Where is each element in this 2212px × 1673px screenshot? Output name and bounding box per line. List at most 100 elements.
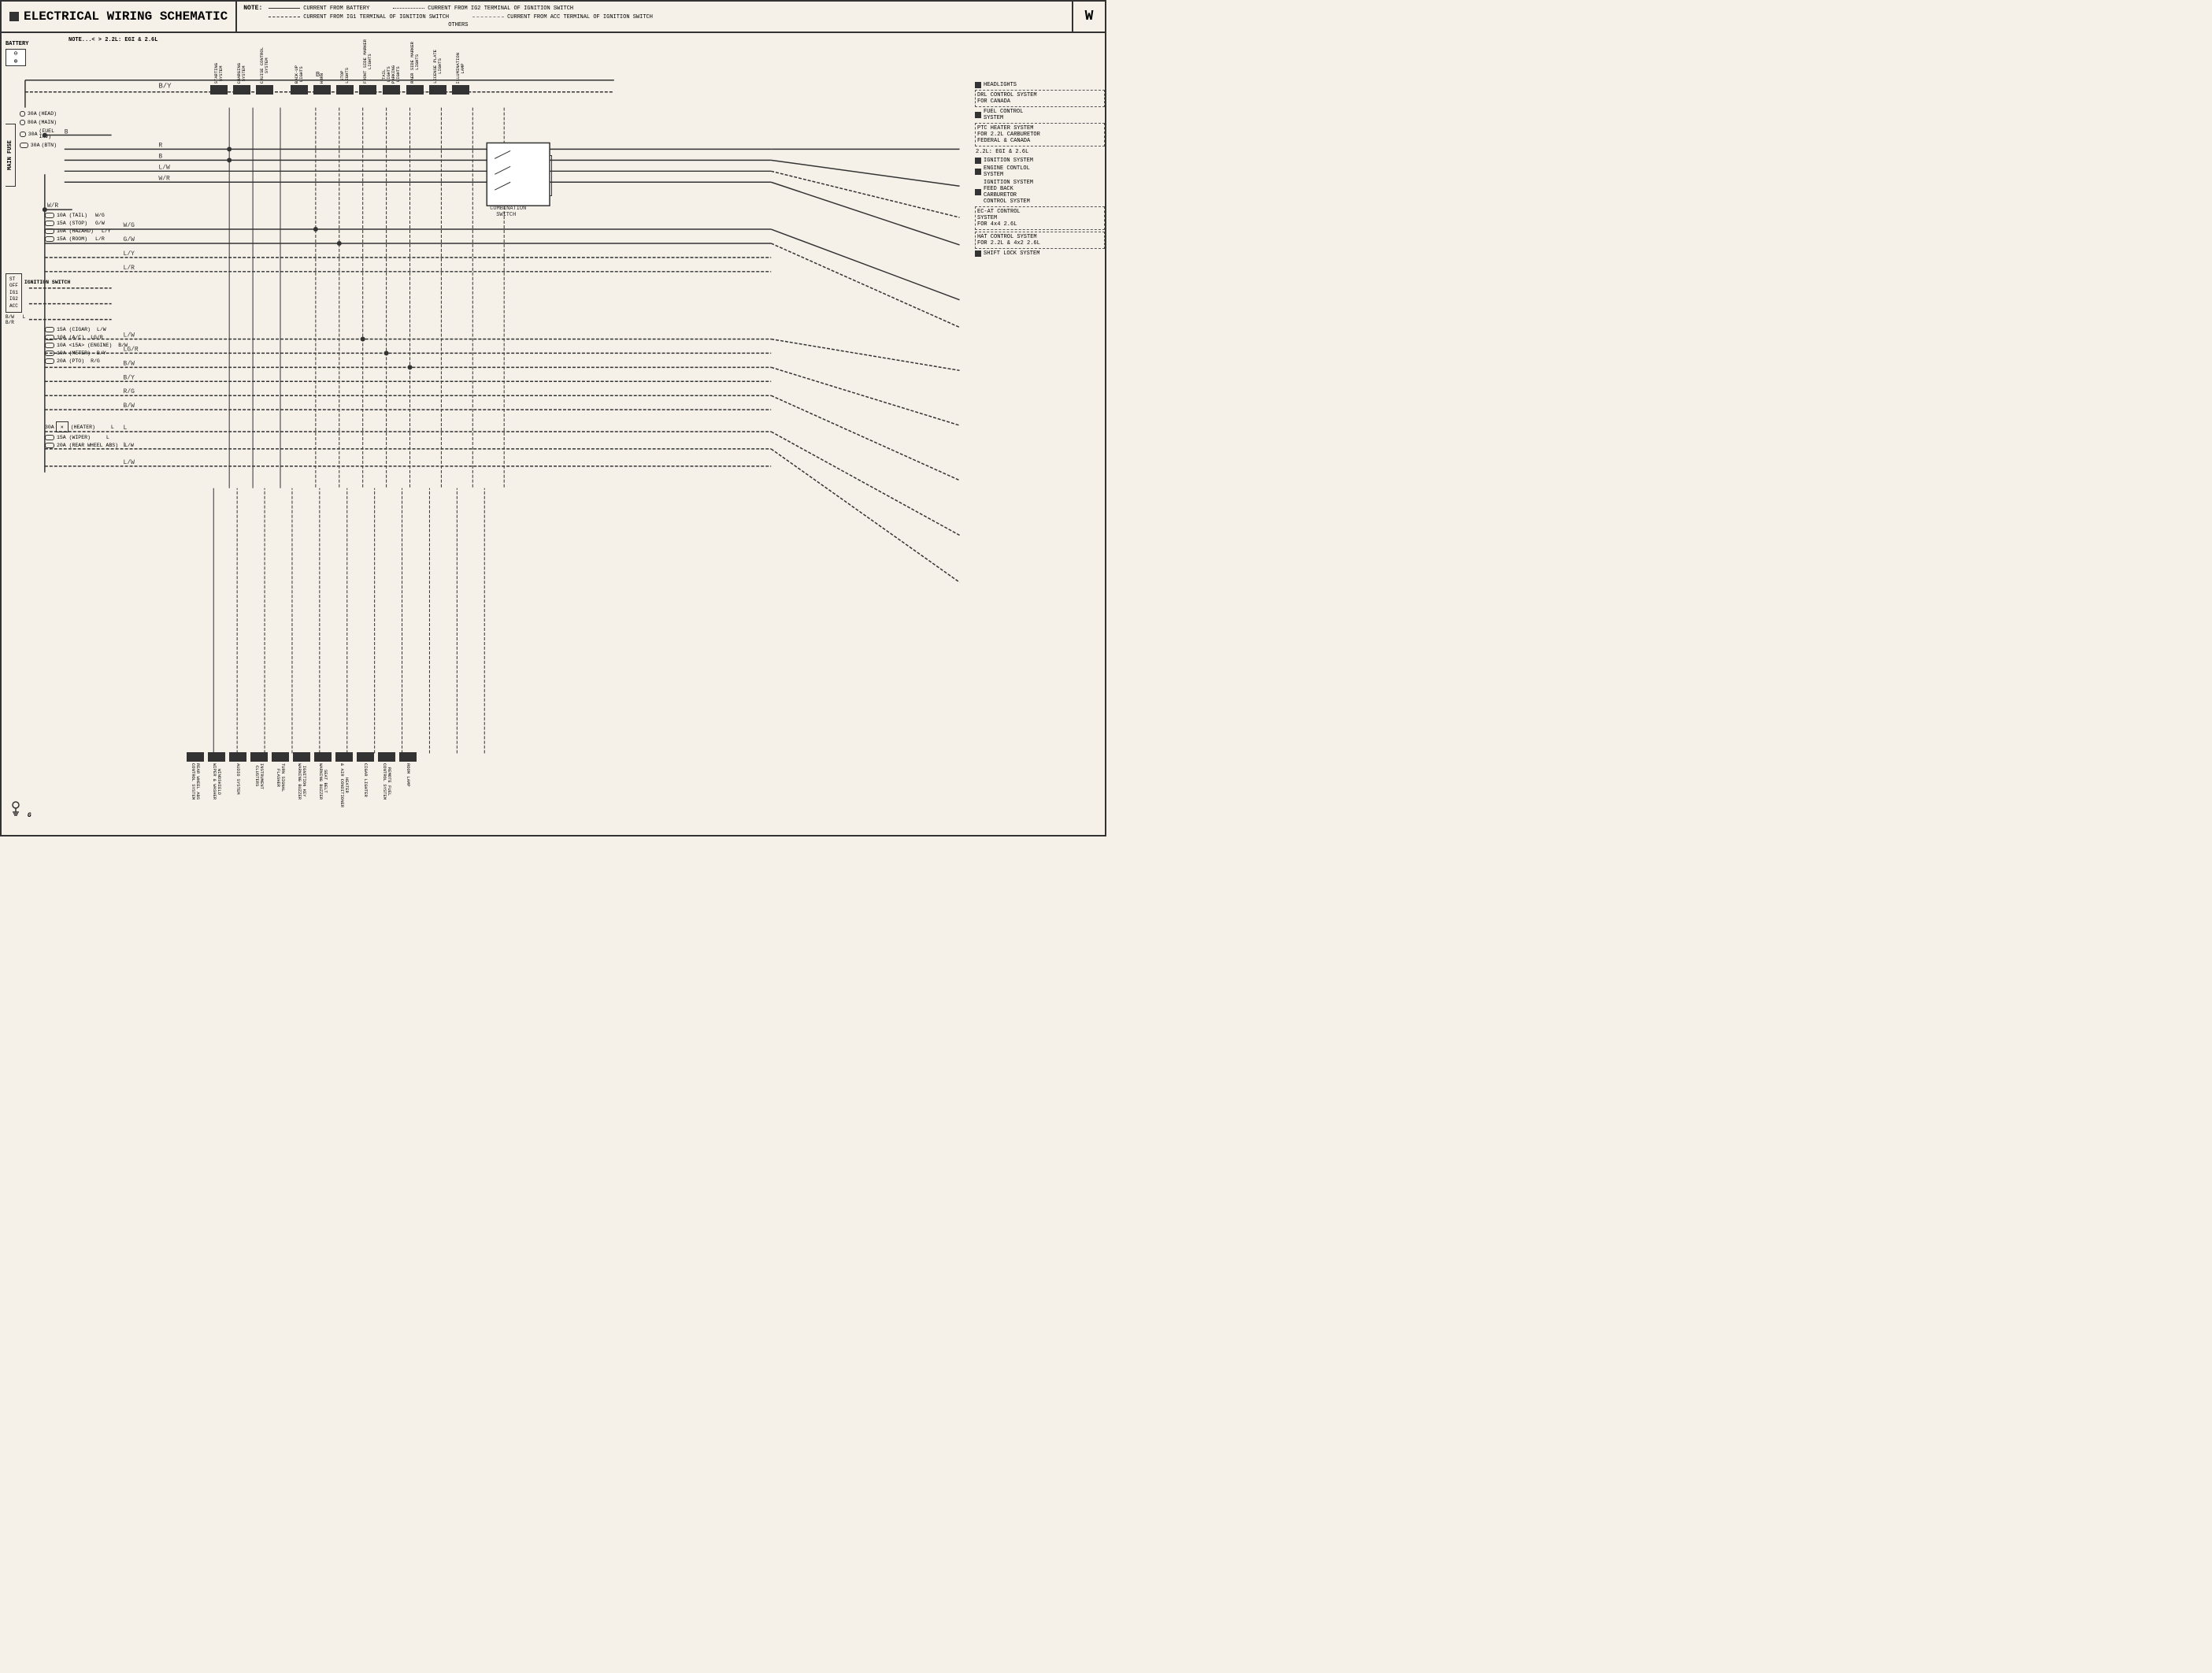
note-row2: NOTE: CURRENT FROM IG1 TERMINAL OF IGNIT… bbox=[243, 13, 1065, 20]
conn-cruise-rect bbox=[256, 85, 273, 95]
main-fuse-label: MAIN FUSE bbox=[6, 124, 16, 187]
conn-bot-wiper-rect bbox=[208, 752, 225, 762]
conn-bot-ign-buzz: IGNITION KEYWARNING BUZZER bbox=[293, 752, 310, 799]
conn-bot-turn: TURN SIGNALFLASHER bbox=[272, 752, 289, 792]
fuse-wire-wiper: L bbox=[106, 435, 109, 440]
conn-rear-marker-label: RAER SIDE MARKERLIGHTS bbox=[410, 42, 420, 83]
ig-fuse-sym-engine bbox=[45, 343, 54, 348]
conn-illum: ILLUMINATIONLAMP bbox=[452, 53, 469, 95]
svg-text:B/Y: B/Y bbox=[158, 83, 172, 91]
sub-fuse-stop: 15A (STOP) G/W bbox=[45, 221, 111, 226]
sub-fuse-label-room: (ROOM) bbox=[69, 236, 87, 242]
svg-text:COMBINATION: COMBINATION bbox=[490, 206, 526, 212]
comb-sw-box: COMBINATION SWITCH ⌇⌇⌇ bbox=[490, 155, 552, 196]
sub-fuse-label-tail: (TAIL) bbox=[69, 213, 87, 218]
conn-bot-seat-rect bbox=[314, 752, 332, 762]
conn-charging-label: CHARGINGSYSTEM bbox=[237, 63, 246, 83]
ground-symbol: G bbox=[8, 801, 31, 819]
ground-label: G bbox=[28, 812, 31, 819]
note-line5-text: OTHERS bbox=[448, 22, 468, 28]
note-top: NOTE...< > 2.2L: EGI & 2.6L bbox=[69, 37, 157, 43]
sys-sq-fuel bbox=[975, 112, 981, 118]
fuse-sym-abs bbox=[45, 443, 54, 448]
ign-sw-acc: ACC bbox=[9, 303, 18, 310]
comb-sw-symbol: ⌇⌇⌇ bbox=[495, 167, 547, 192]
heater-fuse-sym: ✕ bbox=[56, 421, 69, 432]
note-line2-text: CURRENT FROM IG1 TERMINAL OF IGNITION SW… bbox=[303, 14, 449, 20]
ig-fuse-sublabel-engine: (ENGINE) bbox=[87, 343, 112, 348]
main-fuse-section: MAIN FUSE 30A (HEAD) 80A (MAIN) 30A (FUE… bbox=[6, 108, 57, 151]
conn-horn: HORN bbox=[313, 73, 331, 95]
solid-line-icon bbox=[269, 8, 300, 9]
conn-rear-marker-rect bbox=[406, 85, 424, 95]
svg-text:W/R: W/R bbox=[47, 202, 59, 210]
ig-fuse-sym-meter bbox=[45, 351, 54, 356]
conn-bot-inst-label: INSTRUMENTCLUSTERS bbox=[254, 763, 264, 789]
conn-charging-rect bbox=[233, 85, 250, 95]
ig-fuse-meter: 10A (METER) B/Y bbox=[45, 351, 128, 356]
note-line1-text: CURRENT FROM BATTERY bbox=[303, 6, 369, 12]
ig-fuse-rating-pto: 20A bbox=[57, 358, 66, 364]
conn-bot-wiper: WINDSHIELDWIPER & WASHER bbox=[208, 752, 225, 799]
note-label-row: NOTE: CURRENT FROM BATTERY CURRENT FROM … bbox=[243, 5, 1065, 12]
conn-bot-wiper-label: WINDSHIELDWIPER & WASHER bbox=[212, 763, 221, 799]
fuse-label-heater: (HEATER) bbox=[71, 425, 95, 430]
sys-sq-headlights bbox=[975, 82, 981, 88]
note-row3: OTHERS bbox=[243, 22, 1065, 28]
ig-fuse-section: 15A (CIGAR) L/W 10A (A/C) LG/R 10A <15A>… bbox=[45, 325, 128, 366]
conn-bot-room: ROOM LAMP bbox=[399, 752, 417, 787]
conn-rear-marker: RAER SIDE MARKERLIGHTS bbox=[406, 42, 424, 95]
sys-ecat: EC-AT CONTROL SYSTEM FOR 4x4 2.6L bbox=[975, 206, 1105, 230]
fuse-head: 30A (HEAD) bbox=[20, 111, 57, 117]
conn-bot-audio: AUDIO SYSTEM bbox=[229, 752, 246, 795]
sub-fuse-section: 10A (TAIL) W/G 15A (STOP) G/W 10A (HAZAR… bbox=[45, 210, 111, 244]
ig-fuse-label-pto: (PTO) bbox=[69, 358, 85, 364]
ig-fuse-wire-meter: B/Y bbox=[97, 351, 106, 356]
conn-front-marker-rect bbox=[359, 85, 376, 95]
battery-symbol: ⊖ ⊕ bbox=[6, 49, 26, 66]
sys-hat: HAT CONTROL SYSTEM FOR 2.2L & 4x2 2.6L bbox=[975, 232, 1105, 249]
page: ELECTRICAL WIRING SCHEMATIC NOTE: CURREN… bbox=[0, 0, 1106, 836]
ig-fuse-pto: 20A (PTO) R/G bbox=[45, 358, 128, 364]
fuse-fueinj: 30A (FUEL INJ) bbox=[20, 128, 57, 139]
conn-tail-rect bbox=[383, 85, 400, 95]
conn-front-marker: FRONT SIDE MARKERLIGHTS bbox=[359, 39, 376, 95]
fuse-sym-1 bbox=[20, 120, 25, 125]
sub-fuse-label-stop: (STOP) bbox=[69, 221, 87, 226]
fuse-main: 80A (MAIN) bbox=[20, 120, 57, 125]
conn-bot-seat-label: SEAT BELTWARNING BUZZER bbox=[318, 763, 328, 799]
fuse-sym-wiper bbox=[45, 435, 54, 440]
top-connectors-row: STARTINGSYSTEM CHARGINGSYSTEM CRUISE CON… bbox=[210, 39, 959, 95]
comb-sw-label: COMBINATION SWITCH bbox=[495, 159, 547, 165]
ign-sw-st: ST bbox=[9, 276, 18, 283]
fuse-wire-abs: L/W bbox=[124, 443, 134, 448]
conn-bot-seat: SEAT BELTWARNING BUZZER bbox=[314, 752, 332, 799]
svg-text:SWITCH: SWITCH bbox=[496, 212, 516, 218]
sub-fuse-tail: 10A (TAIL) W/G bbox=[45, 213, 111, 218]
sub-fuse-label-hazard: (HAZARD) bbox=[69, 228, 94, 234]
sys-sq-shift-lock bbox=[975, 250, 981, 257]
title-text: ELECTRICAL WIRING SCHEMATIC bbox=[24, 9, 228, 24]
fuse-label-0: (HEAD) bbox=[39, 111, 57, 117]
sys-label-ign-feedback: IGNITION SYSTEMFEED BACKCARBURETORCONTRO… bbox=[984, 180, 1033, 205]
sys-egi: 2.2L: EGI & 2.6L bbox=[975, 148, 1105, 156]
sys-label-engine-ctrl: ENGINE CONTLOLSYSTEM bbox=[984, 165, 1030, 178]
ig-fuse-label-meter: (METER) bbox=[69, 351, 91, 356]
svg-text:L/W: L/W bbox=[158, 164, 170, 171]
sys-sq-ignition bbox=[975, 158, 981, 164]
fuse-abs: 20A (REAR WHEEL ABS) L/W bbox=[45, 443, 134, 448]
ig-fuse-wire-engine: B/W bbox=[118, 343, 128, 348]
ig-fuse-wire-pto: R/G bbox=[91, 358, 100, 364]
sub-fuse-sym-stop bbox=[45, 221, 54, 226]
conn-bot-inst: INSTRUMENTCLUSTERS bbox=[250, 752, 268, 789]
fuse-rating-0: 30A bbox=[28, 111, 37, 117]
ig-fuse-wire-ac: LG/R bbox=[91, 335, 103, 340]
fuse-rating-3: 30A bbox=[31, 143, 40, 148]
svg-text:B/W: B/W bbox=[124, 402, 135, 410]
sub-fuse-wire-hazard: L/Y bbox=[102, 228, 111, 234]
battery-pos: ⊕ bbox=[14, 57, 18, 65]
fuse-label-2: (FUEL INJ) bbox=[39, 128, 57, 139]
battery-neg: ⊖ bbox=[14, 50, 18, 57]
note-label: NOTE: bbox=[243, 5, 262, 12]
bottom-connectors-row: REAR WHEEL ABSCONTROL SYSTEM WINDSHIELDW… bbox=[187, 752, 959, 835]
